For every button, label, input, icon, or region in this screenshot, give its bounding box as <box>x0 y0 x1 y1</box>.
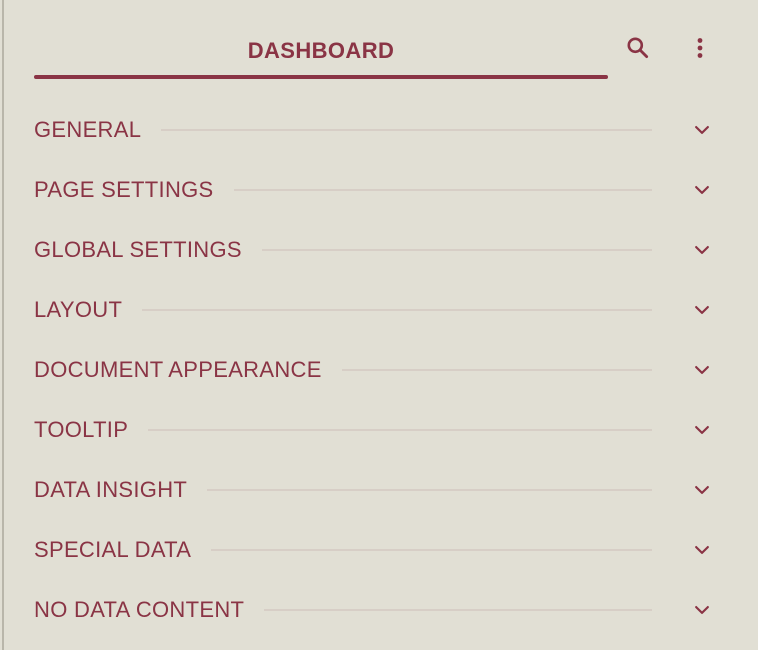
more-vertical-icon <box>688 36 712 65</box>
chevron-down-icon[interactable] <box>690 238 714 262</box>
accordion-section-global-settings[interactable]: GLOBAL SETTINGS <box>34 220 734 280</box>
section-divider <box>261 249 652 251</box>
accordion-section-label: TOOLTIP <box>34 417 129 442</box>
section-divider <box>142 309 652 311</box>
section-divider <box>161 129 652 131</box>
accordion-section-document-appearance[interactable]: DOCUMENT APPEARANCE <box>34 340 734 400</box>
accordion-header[interactable]: DATA INSIGHT <box>34 460 734 520</box>
section-divider <box>341 369 652 371</box>
accordion-section-label: LAYOUT <box>34 297 123 322</box>
tab-dashboard[interactable]: DASHBOARD <box>34 28 608 80</box>
panel-header: DASHBOARD <box>34 0 734 80</box>
accordion-section-special-data[interactable]: SPECIAL DATA <box>34 520 734 580</box>
chevron-down-icon[interactable] <box>690 538 714 562</box>
accordion-section-layout[interactable]: LAYOUT <box>34 280 734 340</box>
chevron-down-icon[interactable] <box>690 358 714 382</box>
accordion-list: GENERAL PAGE SETTINGS GLOBAL SETTINGS LAYOU… <box>34 100 734 640</box>
accordion-header[interactable]: SPECIAL DATA <box>34 520 734 580</box>
chevron-down-icon[interactable] <box>690 298 714 322</box>
accordion-header[interactable]: TOOLTIP <box>34 400 734 460</box>
section-divider <box>211 549 652 551</box>
accordion-section-label: GENERAL <box>34 117 142 142</box>
panel-left-border <box>2 0 4 650</box>
accordion-section-no-data-content[interactable]: NO DATA CONTENT <box>34 580 734 640</box>
accordion-header[interactable]: PAGE SETTINGS <box>34 160 734 220</box>
accordion-section-label: PAGE SETTINGS <box>34 177 214 202</box>
tab-active-indicator <box>34 75 608 79</box>
accordion-section-label: GLOBAL SETTINGS <box>34 237 242 262</box>
accordion-header[interactable]: GLOBAL SETTINGS <box>34 220 734 280</box>
accordion-section-label: DATA INSIGHT <box>34 477 188 502</box>
accordion-section-data-insight[interactable]: DATA INSIGHT <box>34 460 734 520</box>
accordion-section-page-settings[interactable]: PAGE SETTINGS <box>34 160 734 220</box>
chevron-down-icon[interactable] <box>690 478 714 502</box>
search-icon <box>625 35 651 66</box>
accordion-section-general[interactable]: GENERAL <box>34 100 734 160</box>
section-divider <box>207 489 652 491</box>
settings-panel: DASHBOARD GENERAL PAGE SETTINGS GLOBAL SET… <box>34 0 734 622</box>
search-button[interactable] <box>620 32 656 68</box>
accordion-header[interactable]: LAYOUT <box>34 280 734 340</box>
accordion-header[interactable]: NO DATA CONTENT <box>34 580 734 640</box>
accordion-section-label: DOCUMENT APPEARANCE <box>34 357 322 382</box>
chevron-down-icon[interactable] <box>690 418 714 442</box>
tab-dashboard-label: DASHBOARD <box>247 38 395 63</box>
chevron-down-icon[interactable] <box>690 178 714 202</box>
accordion-section-label: SPECIAL DATA <box>34 537 192 562</box>
section-divider <box>264 609 652 611</box>
chevron-down-icon[interactable] <box>690 118 714 142</box>
accordion-section-tooltip[interactable]: TOOLTIP <box>34 400 734 460</box>
accordion-header[interactable]: GENERAL <box>34 100 734 160</box>
section-divider <box>148 429 652 431</box>
accordion-header[interactable]: DOCUMENT APPEARANCE <box>34 340 734 400</box>
accordion-section-label: NO DATA CONTENT <box>34 597 245 622</box>
chevron-down-icon[interactable] <box>690 598 714 622</box>
section-divider <box>233 189 652 191</box>
more-options-button[interactable] <box>682 32 718 68</box>
